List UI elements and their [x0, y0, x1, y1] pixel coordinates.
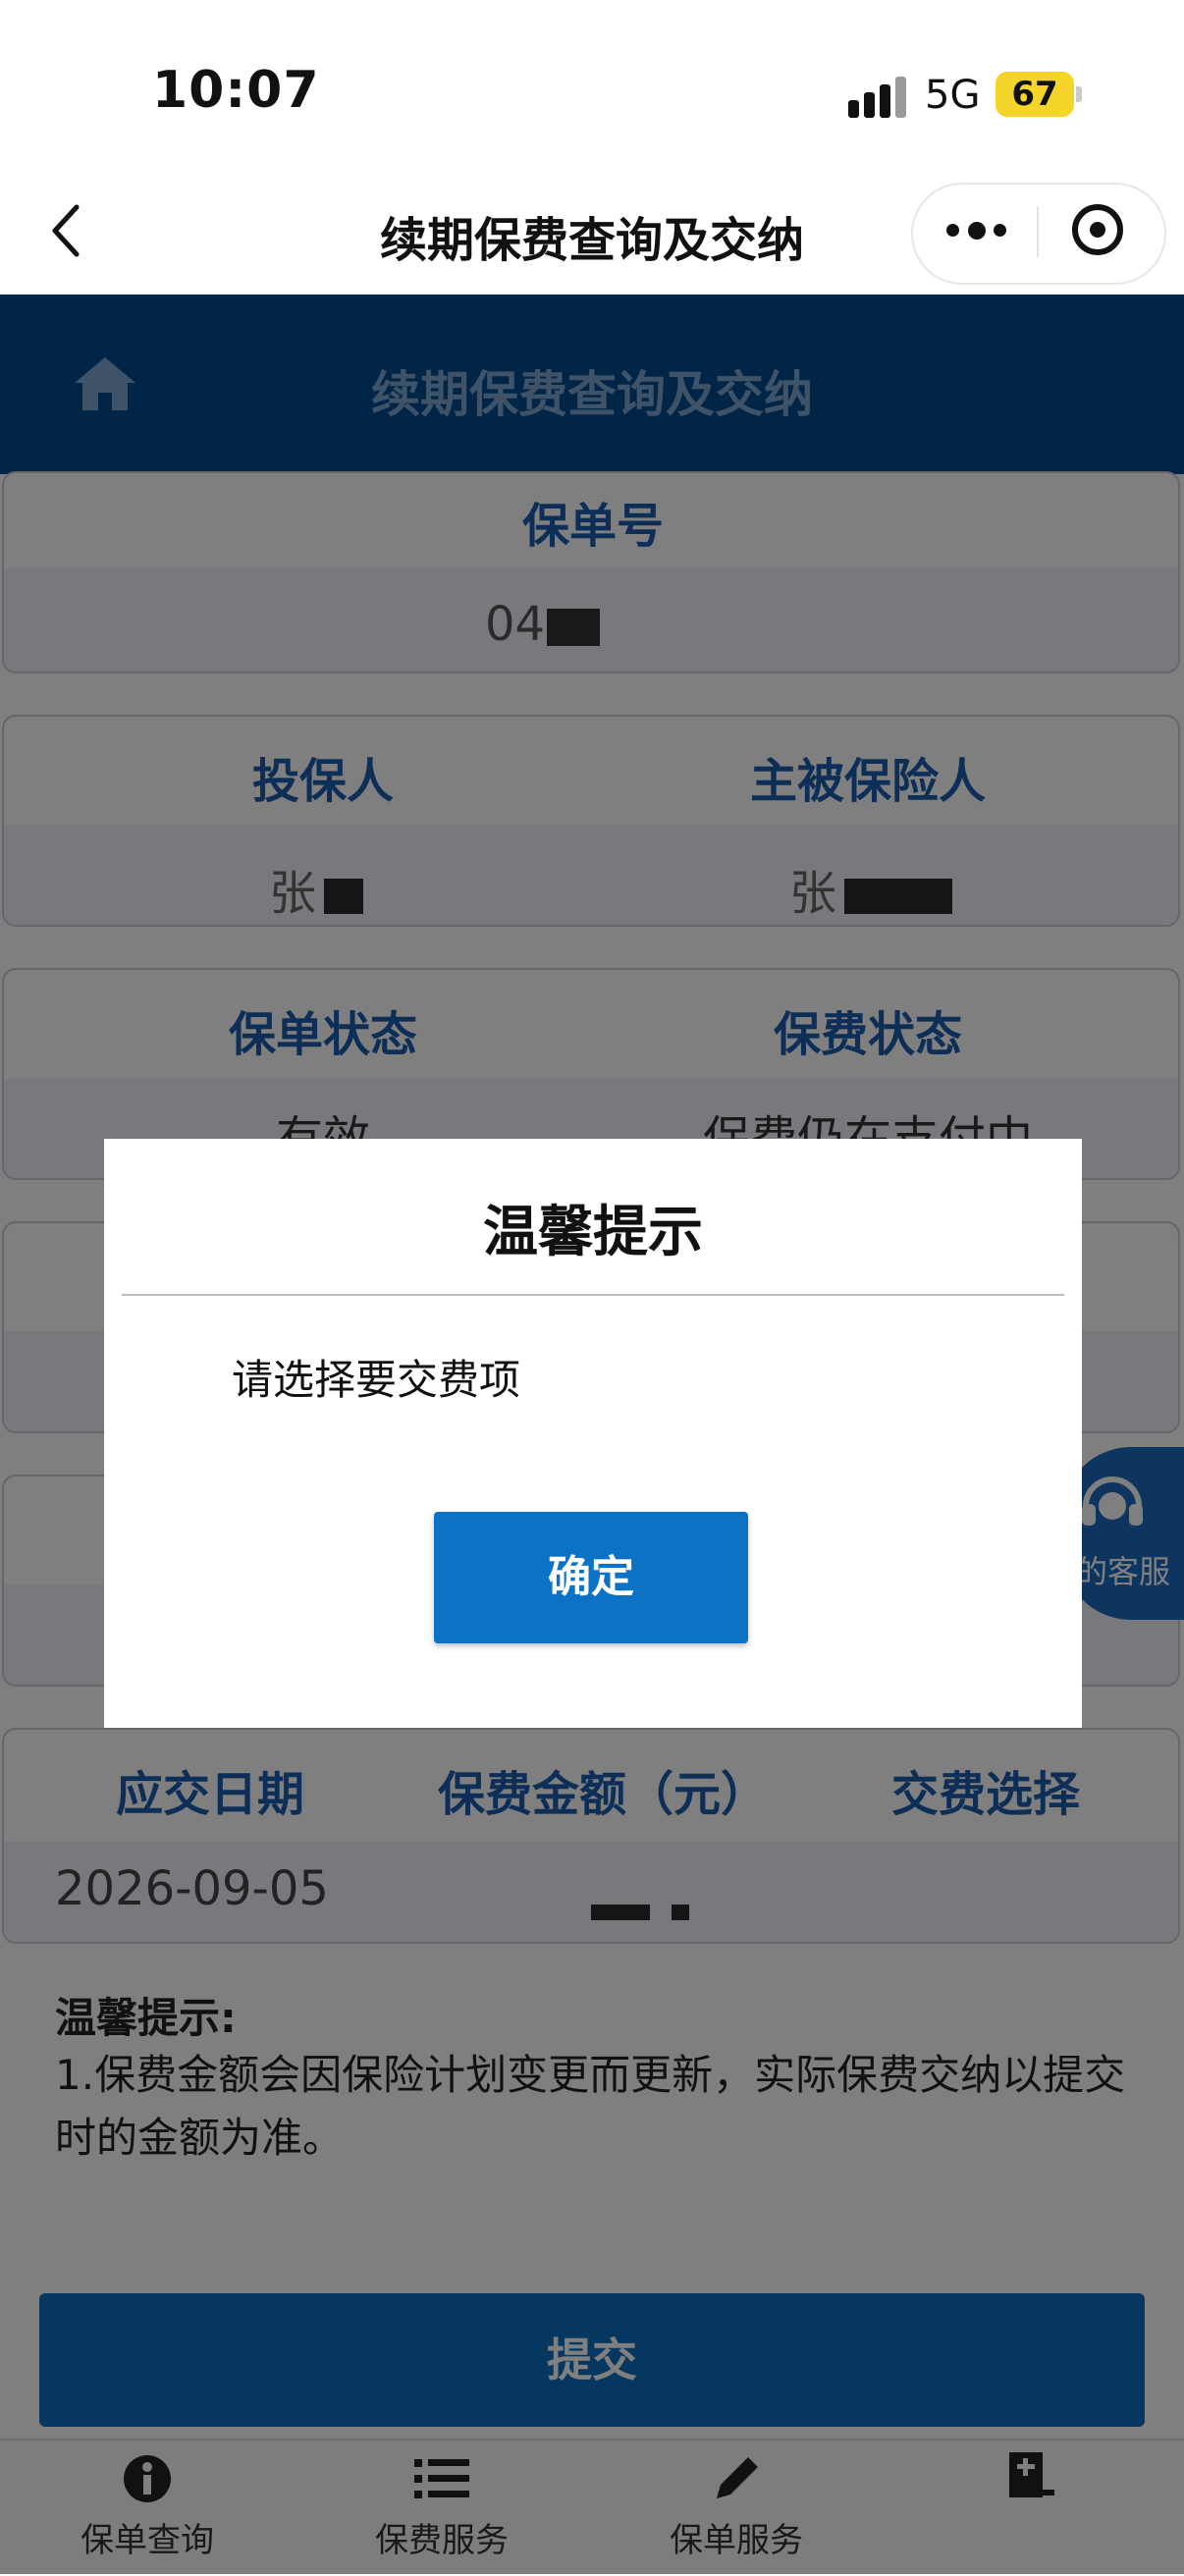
close-miniprogram-icon[interactable] [1072, 204, 1123, 255]
alert-dialog: 温馨提示 请选择要交费项 确定 [104, 1139, 1082, 1728]
dialog-title: 温馨提示 [483, 1201, 703, 1264]
chevron-left-icon [52, 204, 80, 257]
back-button[interactable] [47, 201, 86, 260]
battery-indicator: 67 [996, 72, 1074, 117]
capsule-divider [1037, 206, 1039, 257]
dialog-message: 请选择要交费项 [232, 1356, 521, 1404]
signal-icon [848, 77, 909, 118]
status-time: 10:07 [152, 61, 320, 120]
battery-tip [1076, 86, 1082, 102]
dialog-divider [122, 1294, 1064, 1296]
more-icon[interactable] [942, 210, 1011, 253]
confirm-button[interactable]: 确定 [434, 1512, 748, 1643]
nav-title: 续期保费查询及交纳 [379, 213, 804, 268]
network-type: 5G [925, 73, 981, 118]
